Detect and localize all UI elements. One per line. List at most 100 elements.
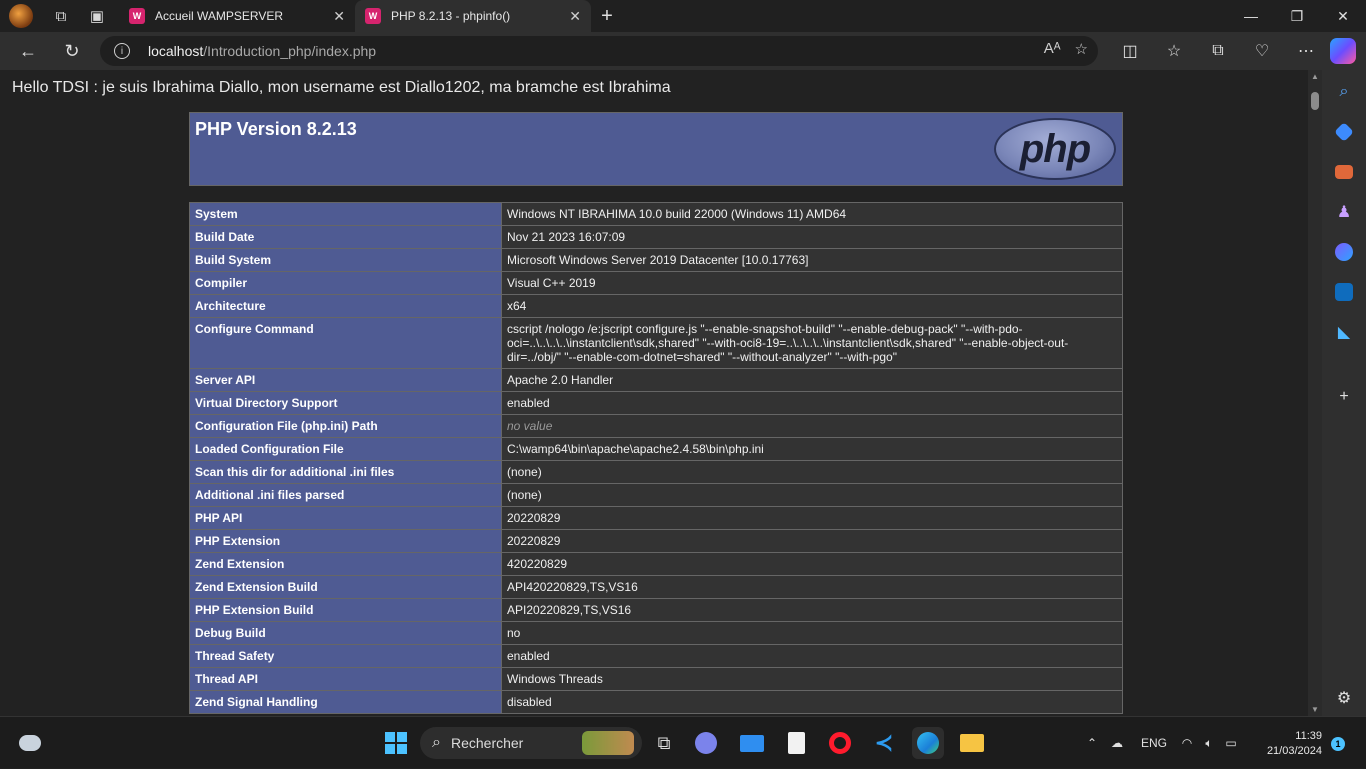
table-row: PHP Extension 20220829 — [189, 529, 1123, 553]
info-key: Scan this dir for additional .ini files — [189, 460, 502, 484]
sidebar-add-icon[interactable]: + — [1332, 385, 1356, 409]
search-icon: ⌕ — [432, 734, 441, 751]
table-row: Configuration File (php.ini) Path no valu… — [189, 414, 1123, 438]
close-window-icon[interactable]: ✕ — [1320, 0, 1366, 32]
info-value: 420220829 — [501, 552, 1123, 576]
address-bar[interactable]: i localhost /Introduction_php/index.php … — [100, 36, 1098, 66]
tab-wampserver[interactable]: W Accueil WAMPSERVER ✕ — [119, 0, 355, 32]
info-key: Architecture — [189, 294, 502, 318]
weather-icon[interactable] — [14, 727, 46, 759]
tab-strip: ⧉ ▣ W Accueil WAMPSERVER ✕ W PHP 8.2.13 … — [0, 0, 1366, 32]
tab-actions-icon[interactable]: ▣ — [83, 2, 111, 30]
wamp-favicon-icon: W — [129, 8, 145, 24]
info-value: API420220829,TS,VS16 — [501, 575, 1123, 599]
table-row: Architecture x64 — [189, 294, 1123, 318]
info-value: Apache 2.0 Handler — [501, 368, 1123, 392]
scroll-down-icon[interactable]: ▼ — [1310, 705, 1320, 714]
sidebar-settings-icon[interactable]: ⚙ — [1332, 686, 1356, 710]
close-tab-icon[interactable]: ✕ — [569, 8, 581, 25]
table-row: PHP Extension Build API20220829,TS,VS16 — [189, 598, 1123, 622]
info-key: Thread API — [189, 667, 502, 691]
clock-time: 11:39 — [1295, 730, 1322, 742]
scroll-up-icon[interactable]: ▲ — [1310, 72, 1320, 81]
close-tab-icon[interactable]: ✕ — [333, 8, 345, 25]
collections-icon[interactable]: ⧉ — [1196, 32, 1240, 70]
onedrive-icon[interactable]: ☁ — [1102, 736, 1132, 750]
refresh-button[interactable]: ↻ — [52, 33, 92, 69]
start-button-icon[interactable] — [380, 727, 412, 759]
copilot-icon[interactable] — [1330, 38, 1356, 64]
info-value: 20220829 — [501, 529, 1123, 553]
info-key: Zend Extension — [189, 552, 502, 576]
sidebar-m365-icon[interactable] — [1332, 240, 1356, 264]
info-key: Build Date — [189, 225, 502, 249]
restore-icon[interactable]: ❐ — [1274, 0, 1320, 32]
info-value: Windows Threads — [501, 667, 1123, 691]
info-key: Thread Safety — [189, 644, 502, 668]
table-row: Zend Extension Build API420220829,TS,VS16 — [189, 575, 1123, 599]
file-explorer-icon[interactable] — [956, 727, 988, 759]
wamp-favicon-icon: W — [365, 8, 381, 24]
wifi-icon[interactable]: ◠ — [1176, 736, 1198, 750]
site-info-icon[interactable]: i — [114, 43, 130, 59]
hello-text: Hello TDSI : je suis Ibrahima Diallo, mo… — [12, 79, 671, 96]
battery-icon[interactable]: ▭ — [1220, 736, 1242, 750]
profile-avatar[interactable] — [9, 4, 33, 28]
php-logo: php — [994, 118, 1116, 180]
minimize-icon[interactable]: — — [1228, 0, 1274, 32]
php-version-title: PHP Version 8.2.13 — [195, 119, 357, 139]
notepad-icon[interactable] — [780, 727, 812, 759]
table-row: System Windows NT IBRAHIMA 10.0 build 220… — [189, 202, 1123, 226]
info-key: Configuration File (php.ini) Path — [189, 414, 502, 438]
table-row: Zend Signal Handling disabled — [189, 690, 1123, 714]
info-value: Nov 21 2023 16:07:09 — [501, 225, 1123, 249]
tab-phpinfo[interactable]: W PHP 8.2.13 - phpinfo() ✕ — [355, 0, 591, 32]
info-value: 20220829 — [501, 506, 1123, 530]
info-key: Zend Extension Build — [189, 575, 502, 599]
edge-icon[interactable] — [912, 727, 944, 759]
language-indicator[interactable]: ENG — [1132, 736, 1176, 750]
favorites-icon[interactable]: ☆ — [1152, 32, 1196, 70]
table-row: Zend Extension 420220829 — [189, 552, 1123, 576]
sidebar-games-icon[interactable]: ♟ — [1332, 200, 1356, 224]
taskbar-search[interactable]: ⌕ Rechercher — [420, 727, 642, 759]
table-row: Thread Safety enabled — [189, 644, 1123, 668]
table-row: Virtual Directory Support enabled — [189, 391, 1123, 415]
opera-icon[interactable] — [824, 727, 856, 759]
new-tab-button[interactable]: + — [591, 5, 623, 28]
back-button[interactable]: ← — [8, 33, 48, 69]
info-key: Build System — [189, 248, 502, 272]
taskbar-clock[interactable]: 11:39 21/03/2024 — [1252, 729, 1322, 759]
vertical-scrollbar[interactable]: ▲ ▼ — [1308, 70, 1322, 716]
task-view-icon[interactable]: ⧉ — [648, 727, 680, 759]
info-value: cscript /nologo /e:jscript configure.js … — [501, 317, 1123, 369]
more-menu-icon[interactable]: ⋯ — [1284, 32, 1328, 70]
read-aloud-icon[interactable]: Aᴬ — [1044, 40, 1061, 58]
tray-overflow-icon[interactable]: ⌃ — [1082, 736, 1102, 750]
sidebar-outlook-icon[interactable] — [1332, 280, 1356, 304]
teams-icon[interactable] — [690, 727, 722, 759]
split-screen-icon[interactable]: ◫ — [1108, 32, 1152, 70]
sidebar-shopping-icon[interactable] — [1332, 120, 1356, 144]
info-key: Virtual Directory Support — [189, 391, 502, 415]
volume-icon[interactable]: 🔈︎ — [1198, 736, 1220, 751]
browser-essentials-icon[interactable]: ♡ — [1240, 32, 1284, 70]
info-key: Configure Command — [189, 317, 502, 369]
url-path: /Introduction_php/index.php — [203, 43, 377, 59]
edge-sidebar: ⌕ ♟ ◣ + ⚙ — [1322, 70, 1366, 716]
info-value: no — [501, 621, 1123, 645]
notification-badge[interactable]: 1 — [1331, 737, 1345, 751]
info-key: PHP Extension Build — [189, 598, 502, 622]
scroll-thumb[interactable] — [1311, 92, 1319, 110]
mail-icon[interactable] — [736, 727, 768, 759]
favorite-star-icon[interactable]: ☆ — [1075, 40, 1088, 58]
table-row: Compiler Visual C++ 2019 — [189, 271, 1123, 295]
sidebar-tools-icon[interactable] — [1332, 160, 1356, 184]
vscode-icon[interactable]: ≺ — [868, 727, 900, 759]
sidebar-drop-icon[interactable]: ◣ — [1332, 320, 1356, 344]
workspaces-icon[interactable]: ⧉ — [47, 2, 75, 30]
search-placeholder: Rechercher — [450, 735, 524, 751]
sidebar-search-icon[interactable]: ⌕ — [1332, 80, 1356, 104]
info-key: Compiler — [189, 271, 502, 295]
tab-title: PHP 8.2.13 - phpinfo() — [391, 9, 511, 23]
